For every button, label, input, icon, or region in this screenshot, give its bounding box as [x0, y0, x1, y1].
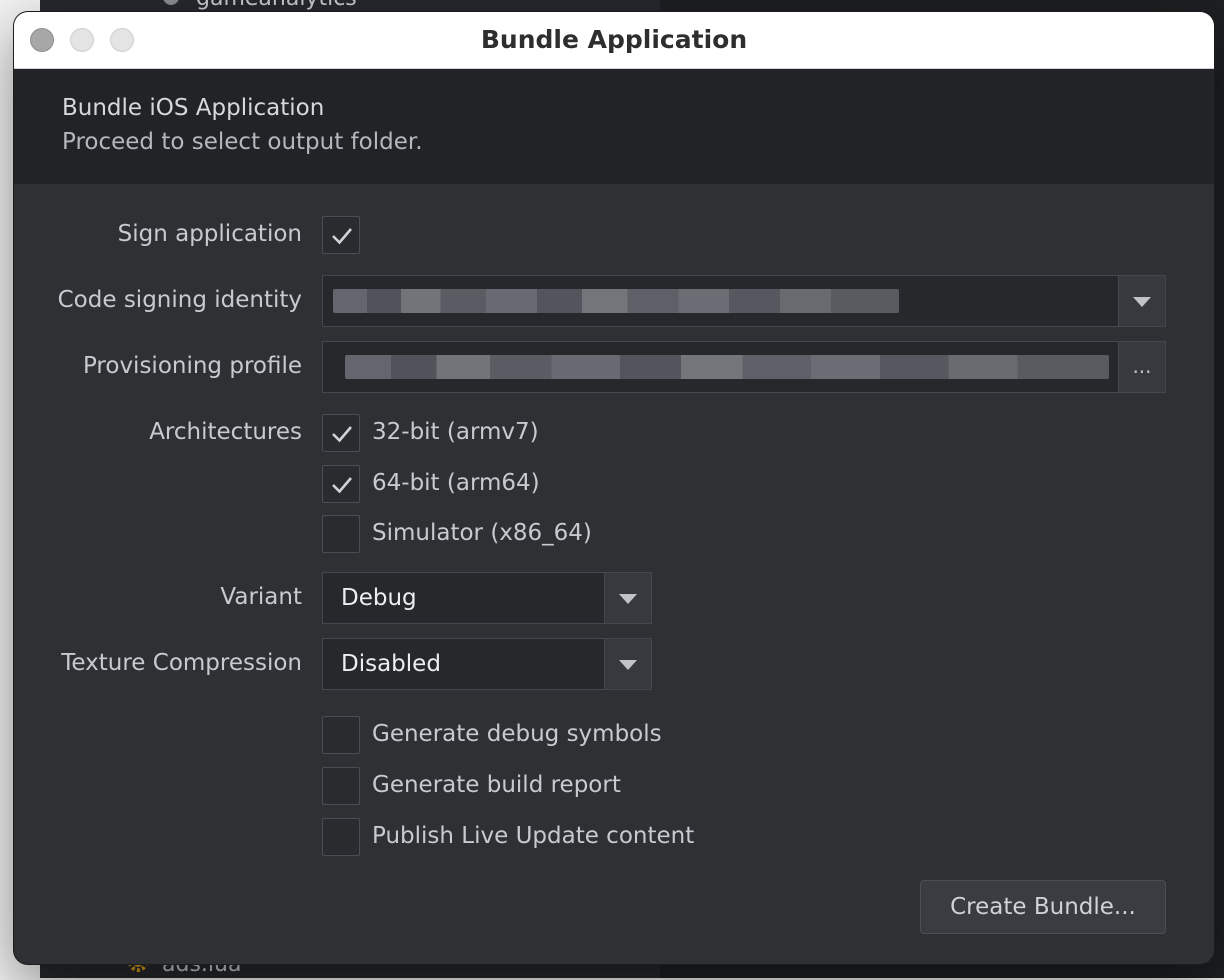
- code-signing-identity-label: Code signing identity: [57, 287, 302, 313]
- generate-debug-symbols-label[interactable]: Generate debug symbols: [372, 721, 662, 747]
- sign-application-checkbox[interactable]: [322, 216, 360, 254]
- provisioning-profile-label: Provisioning profile: [82, 353, 302, 379]
- window-title: Bundle Application: [480, 25, 748, 54]
- provisioning-profile-browse-button[interactable]: ...: [1118, 341, 1166, 393]
- arch-armv7-label[interactable]: 32-bit (armv7): [372, 419, 539, 445]
- texture-compression-label: Texture Compression: [61, 650, 302, 676]
- arch-simulator-checkbox[interactable]: [322, 515, 360, 553]
- architectures-label: Architectures: [149, 419, 302, 445]
- code-signing-identity-dropdown-button[interactable]: [1118, 276, 1165, 326]
- publish-live-update-checkbox[interactable]: [322, 818, 360, 856]
- header-title: Bundle iOS Application: [62, 95, 325, 121]
- puzzle-icon: [160, 0, 182, 8]
- publish-live-update-label[interactable]: Publish Live Update content: [372, 823, 694, 849]
- variant-value: Debug: [341, 585, 417, 611]
- code-signing-identity-select[interactable]: [322, 275, 1166, 327]
- header-subtitle: Proceed to select output folder.: [62, 129, 423, 155]
- generate-build-report-checkbox[interactable]: [322, 767, 360, 805]
- dropdown-arrow-icon: [619, 594, 637, 604]
- redacted-profile-value: [345, 355, 1109, 379]
- generate-debug-symbols-checkbox[interactable]: [322, 716, 360, 754]
- texture-compression-value: Disabled: [341, 651, 441, 677]
- provisioning-profile-field[interactable]: [322, 341, 1119, 393]
- sign-application-label: Sign application: [117, 221, 302, 247]
- arch-arm64-label[interactable]: 64-bit (arm64): [372, 470, 540, 496]
- texture-compression-select[interactable]: Disabled: [322, 638, 652, 690]
- texture-compression-dropdown-button[interactable]: [604, 639, 651, 689]
- redacted-identity-value: [333, 289, 899, 313]
- dropdown-arrow-icon: [1133, 297, 1151, 307]
- title-bar[interactable]: Bundle Application: [14, 12, 1214, 69]
- dropdown-arrow-icon: [619, 660, 637, 670]
- checkmark-icon: [332, 477, 352, 494]
- arch-arm64-checkbox[interactable]: [322, 465, 360, 503]
- variant-dropdown-button[interactable]: [604, 573, 651, 623]
- dialog-header: Bundle iOS Application Proceed to select…: [14, 69, 1214, 184]
- bundle-application-dialog: Bundle Application Bundle iOS Applicatio…: [14, 12, 1214, 964]
- arch-simulator-label[interactable]: Simulator (x86_64): [372, 520, 592, 546]
- arch-armv7-checkbox[interactable]: [322, 414, 360, 452]
- background-tree-item[interactable]: gameanalytics: [160, 0, 357, 11]
- generate-build-report-label[interactable]: Generate build report: [372, 772, 621, 798]
- background-tree-item-label: gameanalytics: [196, 0, 357, 11]
- checkmark-icon: [332, 228, 352, 245]
- variant-select[interactable]: Debug: [322, 572, 652, 624]
- checkmark-icon: [332, 426, 352, 443]
- create-bundle-button[interactable]: Create Bundle...: [920, 880, 1166, 934]
- variant-label: Variant: [220, 584, 302, 610]
